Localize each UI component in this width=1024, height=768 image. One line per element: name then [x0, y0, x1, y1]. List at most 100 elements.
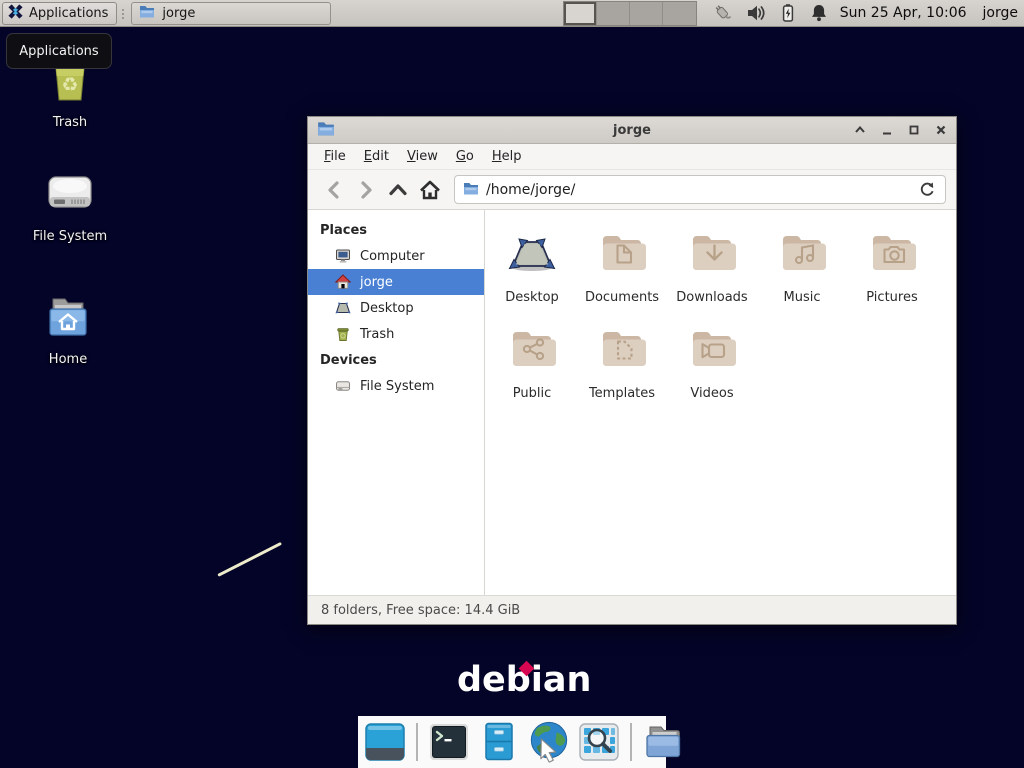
file-public[interactable]: Public [487, 320, 577, 416]
file-label: Public [513, 386, 551, 401]
minimize-button[interactable] [881, 124, 893, 136]
sidebar-item-computer[interactable]: Computer [308, 243, 484, 269]
panel-username[interactable]: jorge [983, 5, 1018, 21]
svg-text:♻: ♻ [61, 74, 78, 96]
workspace-switcher[interactable] [563, 1, 697, 26]
desktop-icon-file-system[interactable]: File System [22, 172, 118, 244]
documents-folder-icon [598, 228, 646, 276]
dock-separator [416, 723, 418, 761]
network-icon[interactable] [711, 3, 733, 23]
computer-icon [335, 248, 351, 264]
menu-file[interactable]: File [315, 145, 355, 168]
applications-menu-button[interactable]: Applications [2, 2, 117, 25]
sidebar-item-label: Trash [360, 327, 394, 342]
workspace-3[interactable] [630, 2, 663, 25]
web-browser-globe-icon [527, 720, 571, 764]
file-desktop[interactable]: Desktop [487, 224, 577, 320]
drive-icon [335, 378, 351, 394]
home-button[interactable] [414, 175, 446, 205]
sidebar-item-label: jorge [360, 275, 393, 290]
trash-icon [335, 326, 351, 342]
sidebar-item-label: Computer [360, 249, 425, 264]
path-input[interactable]: /home/jorge/ [486, 182, 910, 198]
file-pictures[interactable]: Pictures [847, 224, 937, 320]
file-grid: Desktop Documents [485, 210, 956, 595]
window-titlebar[interactable]: jorge [308, 117, 956, 144]
app-finder-button[interactable] [577, 720, 621, 764]
downloads-folder-icon [688, 228, 736, 276]
file-manager-window: jorge File Edit View Go Help [307, 116, 957, 625]
file-manager-button[interactable] [477, 720, 521, 764]
file-music[interactable]: Music [757, 224, 847, 320]
folder-icon [139, 4, 155, 22]
debian-logo: debian [457, 660, 591, 700]
show-desktop-icon [364, 721, 406, 763]
taskbar-window-button[interactable]: jorge [131, 2, 331, 25]
templates-folder-icon [598, 324, 646, 372]
file-videos[interactable]: Videos [667, 320, 757, 416]
maximize-button[interactable] [908, 124, 920, 136]
desktop-line-artifact [217, 542, 282, 577]
web-browser-button[interactable] [527, 720, 571, 764]
home-folder-icon [43, 293, 93, 345]
file-templates[interactable]: Templates [577, 320, 667, 416]
path-bar[interactable]: /home/jorge/ [454, 175, 946, 204]
up-button[interactable] [382, 175, 414, 205]
forward-button[interactable] [350, 175, 382, 205]
sidebar-item-file-system[interactable]: File System [308, 373, 484, 399]
file-label: Videos [690, 386, 733, 401]
battery-icon[interactable] [779, 3, 797, 23]
xfce-applications-icon [7, 3, 24, 24]
application-finder-icon [577, 721, 621, 763]
dock [358, 716, 666, 768]
taskbar-window-label: jorge [162, 6, 195, 21]
toolbar: /home/jorge/ [308, 170, 956, 210]
menu-go[interactable]: Go [447, 145, 483, 168]
sidebar-item-label: Desktop [360, 301, 414, 316]
workspace-4[interactable] [663, 2, 696, 25]
show-desktop-button[interactable] [363, 720, 407, 764]
applications-menu-label: Applications [29, 6, 108, 21]
sidebar-item-jorge[interactable]: jorge [308, 269, 484, 295]
panel-clock[interactable]: Sun 25 Apr, 10:06 [840, 5, 967, 21]
sidebar: Places Computer jorge [308, 210, 485, 595]
dock-separator [630, 723, 632, 761]
menu-view[interactable]: View [398, 145, 447, 168]
reload-icon[interactable] [917, 180, 937, 200]
workspace-1[interactable] [564, 2, 597, 25]
volume-icon[interactable] [746, 3, 766, 23]
applications-tooltip: Applications [6, 33, 112, 69]
file-downloads[interactable]: Downloads [667, 224, 757, 320]
statusbar: 8 folders, Free space: 14.4 GiB [308, 595, 956, 624]
menubar: File Edit View Go Help [308, 144, 956, 170]
system-tray [711, 3, 828, 23]
sidebar-header-places: Places [308, 217, 484, 243]
folder-icon [641, 721, 685, 763]
sidebar-header-devices: Devices [308, 347, 484, 373]
close-button[interactable] [935, 124, 947, 136]
desktop-icon-home[interactable]: Home [20, 293, 116, 367]
menu-edit[interactable]: Edit [355, 145, 398, 168]
sidebar-item-desktop[interactable]: Desktop [308, 295, 484, 321]
desktop-icon-label: Home [49, 352, 87, 367]
terminal-button[interactable] [427, 720, 471, 764]
file-label: Pictures [866, 290, 917, 305]
desktop-icon [335, 300, 351, 316]
back-button[interactable] [318, 175, 350, 205]
tooltip-text: Applications [19, 44, 98, 59]
panel-handle[interactable] [119, 2, 128, 25]
menu-help[interactable]: Help [483, 145, 531, 168]
folder-shortcut-button[interactable] [641, 720, 685, 764]
videos-folder-icon [688, 324, 736, 372]
sidebar-item-trash[interactable]: Trash [308, 321, 484, 347]
workspace-2[interactable] [597, 2, 630, 25]
notifications-bell-icon[interactable] [810, 3, 828, 23]
desktop-icon-label: Trash [53, 115, 87, 130]
file-documents[interactable]: Documents [577, 224, 667, 320]
music-folder-icon [778, 228, 826, 276]
file-label: Downloads [676, 290, 747, 305]
file-label: Templates [589, 386, 655, 401]
hard-drive-icon [45, 172, 95, 222]
home-icon [335, 274, 351, 290]
shade-button[interactable] [854, 124, 866, 136]
